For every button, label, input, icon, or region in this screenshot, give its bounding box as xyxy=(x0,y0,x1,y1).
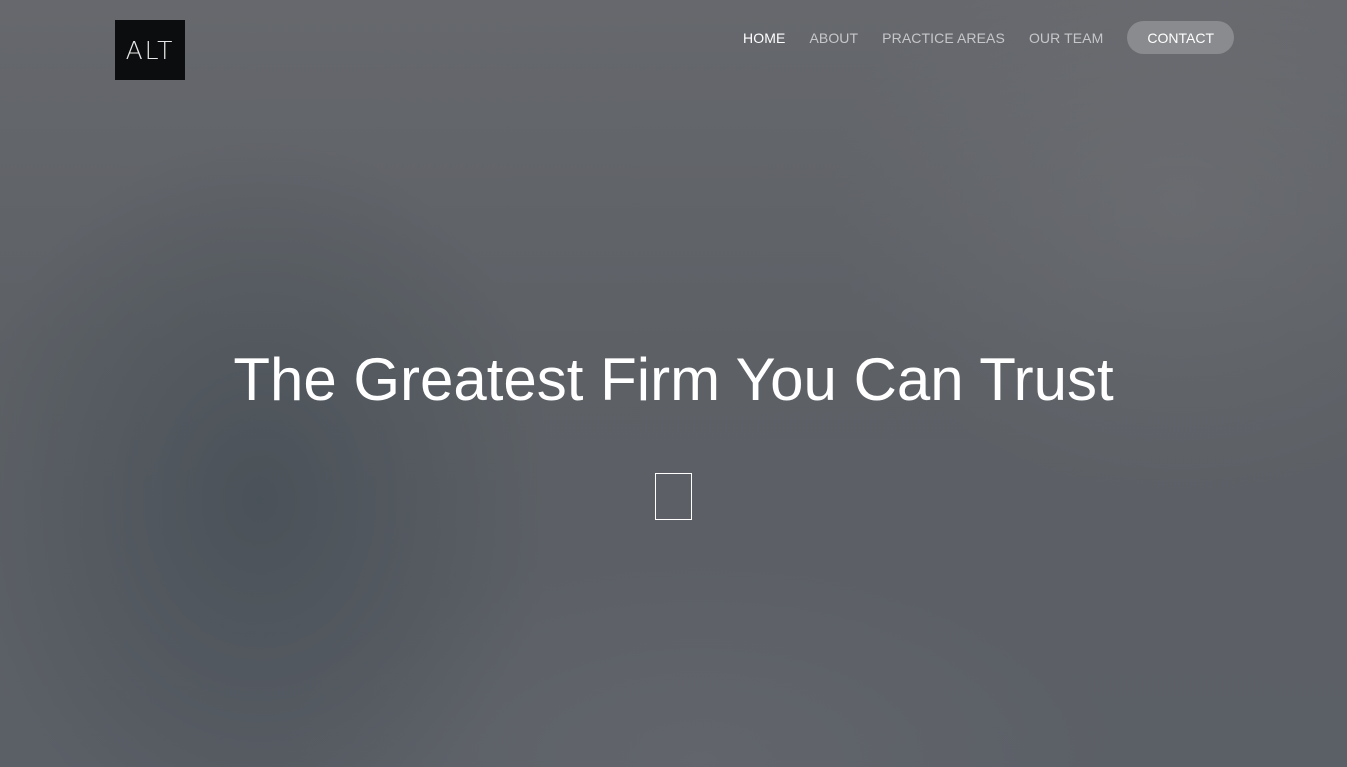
contact-button[interactable]: CONTACT xyxy=(1127,21,1234,54)
missing-glyph-icon[interactable] xyxy=(655,473,692,520)
nav-item-about[interactable]: ABOUT xyxy=(809,30,858,46)
site-header: ALT HOME ABOUT PRACTICE AREAS OUR TEAM C… xyxy=(0,0,1347,100)
nav-item-home[interactable]: HOME xyxy=(743,30,785,46)
main-nav: HOME ABOUT PRACTICE AREAS OUR TEAM CONTA… xyxy=(719,21,1234,54)
hero-title: The Greatest Firm You Can Trust xyxy=(233,346,1114,413)
logo-text: ALT xyxy=(125,35,175,65)
nav-item-our-team[interactable]: OUR TEAM xyxy=(1029,30,1103,46)
nav-item-practice-areas[interactable]: PRACTICE AREAS xyxy=(882,30,1005,46)
site-logo[interactable]: ALT xyxy=(115,20,185,80)
